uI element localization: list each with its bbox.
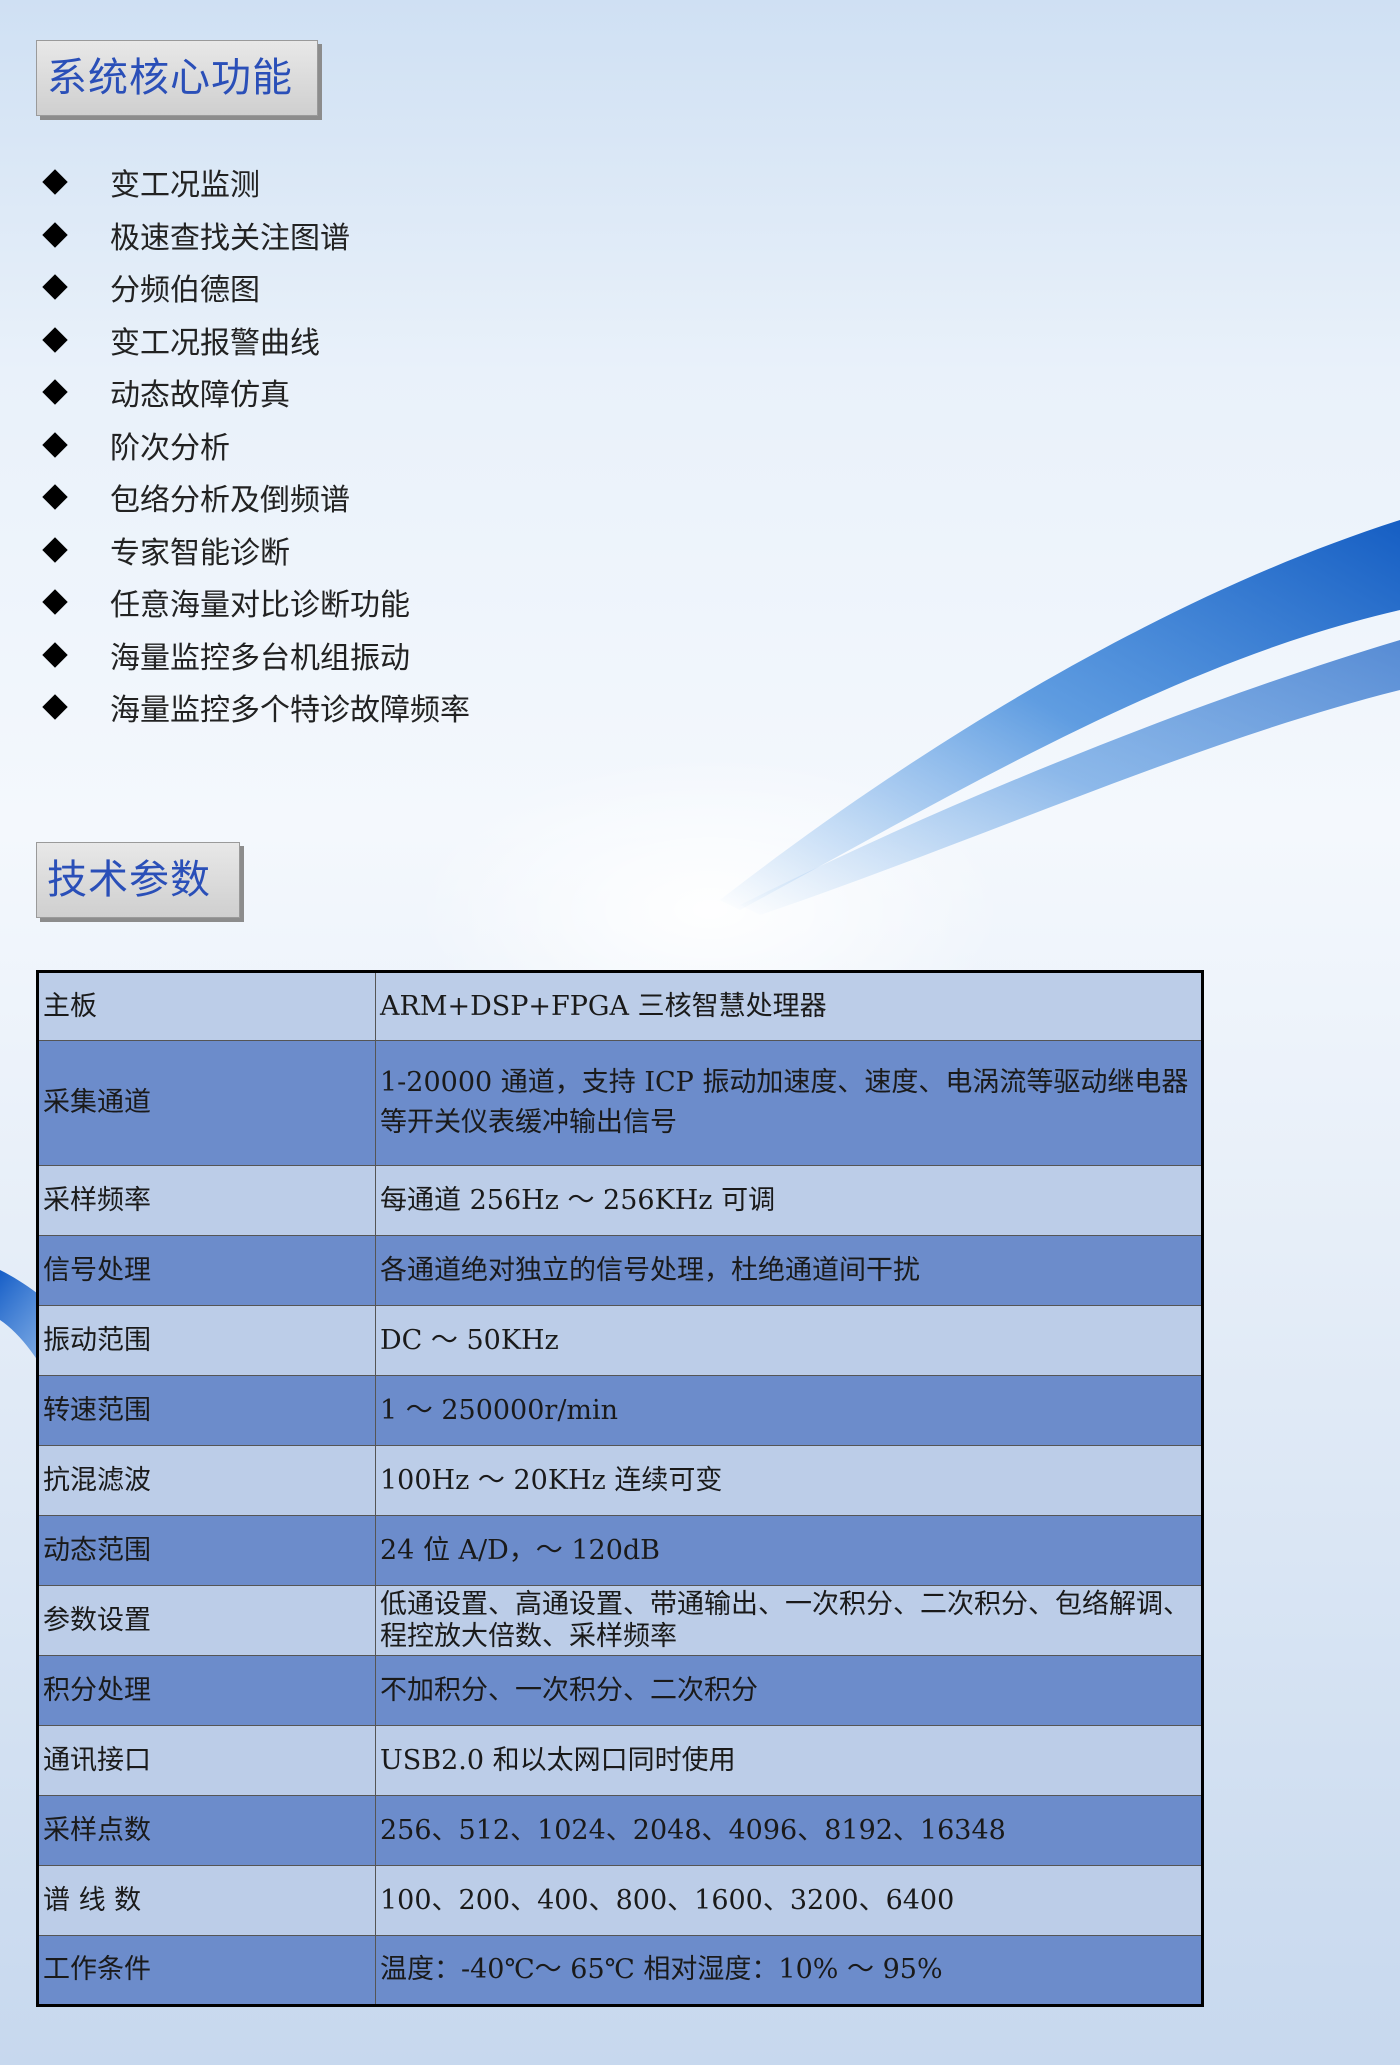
param-value: 24 位 A/D，～ 120dB — [375, 1515, 1203, 1586]
param-value: 低通设置、高通设置、带通输出、一次积分、二次积分、包络解调、程控放大倍数、采样频… — [375, 1585, 1203, 1656]
param-value: DC ～ 50KHz — [375, 1305, 1203, 1376]
list-item: 海量监控多个特诊故障频率 — [40, 681, 470, 734]
diamond-bullet-icon — [42, 274, 68, 300]
diamond-bullet-icon — [42, 694, 68, 720]
section-title-core-functions: 系统核心功能 — [36, 40, 318, 116]
list-item: 阶次分析 — [40, 419, 470, 472]
param-value: 100、200、400、800、1600、3200、6400 — [375, 1865, 1203, 1936]
list-item: 海量监控多台机组振动 — [40, 629, 470, 682]
param-label: 工作条件 — [37, 1935, 376, 2006]
param-value: 各通道绝对独立的信号处理，杜绝通道间干扰 — [375, 1235, 1203, 1306]
param-label: 采集通道 — [37, 1040, 376, 1166]
table-row: 振动范围 DC ～ 50KHz — [37, 1305, 1203, 1376]
list-item-text: 任意海量对比诊断功能 — [110, 588, 410, 624]
table-row: 采样频率 每通道 256Hz ～ 256KHz 可调 — [37, 1165, 1203, 1236]
core-functions-list: 变工况监测 极速查找关注图谱 分频伯德图 变工况报警曲线 动态故障仿真 阶次分析… — [40, 156, 470, 734]
table-row: 主板 ARM+DSP+FPGA 三核智慧处理器 — [37, 971, 1203, 1041]
table-row: 积分处理 不加积分、一次积分、二次积分 — [37, 1655, 1203, 1726]
diamond-bullet-icon — [42, 169, 68, 195]
diamond-bullet-icon — [42, 432, 68, 458]
list-item-text: 动态故障仿真 — [110, 378, 290, 414]
list-item-text: 海量监控多台机组振动 — [110, 640, 410, 676]
param-label: 采样点数 — [37, 1795, 376, 1866]
param-value: USB2.0 和以太网口同时使用 — [375, 1725, 1203, 1796]
section-title-tech-params: 技术参数 — [36, 842, 240, 918]
param-value: 温度：-40℃～ 65℃ 相对湿度：10% ～ 95% — [375, 1935, 1203, 2006]
table-row: 动态范围 24 位 A/D，～ 120dB — [37, 1515, 1203, 1586]
list-item-text: 阶次分析 — [110, 430, 230, 466]
list-item: 任意海量对比诊断功能 — [40, 576, 470, 629]
table-row: 工作条件 温度：-40℃～ 65℃ 相对湿度：10% ～ 95% — [37, 1935, 1203, 2006]
table-row: 通讯接口 USB2.0 和以太网口同时使用 — [37, 1725, 1203, 1796]
diamond-bullet-icon — [42, 327, 68, 353]
diamond-bullet-icon — [42, 589, 68, 615]
table-row: 采样点数 256、512、1024、2048、4096、8192、16348 — [37, 1795, 1203, 1866]
list-item-text: 变工况监测 — [110, 168, 260, 204]
list-item: 包络分析及倒频谱 — [40, 471, 470, 524]
param-label: 通讯接口 — [37, 1725, 376, 1796]
param-value: 256、512、1024、2048、4096、8192、16348 — [375, 1795, 1203, 1866]
param-label: 积分处理 — [37, 1655, 376, 1726]
table-row: 抗混滤波 100Hz ～ 20KHz 连续可变 — [37, 1445, 1203, 1516]
param-label: 抗混滤波 — [37, 1445, 376, 1516]
param-label: 谱 线 数 — [37, 1865, 376, 1936]
diamond-bullet-icon — [42, 222, 68, 248]
table-row: 转速范围 1 ～ 250000r/min — [37, 1375, 1203, 1446]
list-item-text: 包络分析及倒频谱 — [110, 483, 350, 519]
param-value: ARM+DSP+FPGA 三核智慧处理器 — [375, 971, 1203, 1041]
param-label: 采样频率 — [37, 1165, 376, 1236]
table-row: 参数设置 低通设置、高通设置、带通输出、一次积分、二次积分、包络解调、程控放大倍… — [37, 1585, 1203, 1656]
table-row: 谱 线 数 100、200、400、800、1600、3200、6400 — [37, 1865, 1203, 1936]
list-item: 专家智能诊断 — [40, 524, 470, 577]
diamond-bullet-icon — [42, 379, 68, 405]
param-label: 参数设置 — [37, 1585, 376, 1656]
list-item: 变工况监测 — [40, 156, 470, 209]
param-value: 1-20000 通道，支持 ICP 振动加速度、速度、电涡流等驱动继电器等开关仪… — [375, 1040, 1203, 1166]
param-label: 信号处理 — [37, 1235, 376, 1306]
list-item: 极速查找关注图谱 — [40, 209, 470, 262]
param-value: 每通道 256Hz ～ 256KHz 可调 — [375, 1165, 1203, 1236]
list-item: 动态故障仿真 — [40, 366, 470, 419]
list-item-text: 极速查找关注图谱 — [110, 220, 350, 256]
list-item: 分频伯德图 — [40, 261, 470, 314]
table-row: 采集通道 1-20000 通道，支持 ICP 振动加速度、速度、电涡流等驱动继电… — [37, 1040, 1203, 1166]
param-label: 转速范围 — [37, 1375, 376, 1446]
diamond-bullet-icon — [42, 642, 68, 668]
diamond-bullet-icon — [42, 537, 68, 563]
list-item-text: 分频伯德图 — [110, 273, 260, 309]
list-item-text: 海量监控多个特诊故障频率 — [110, 693, 470, 729]
param-value: 1 ～ 250000r/min — [375, 1375, 1203, 1446]
param-value: 100Hz ～ 20KHz 连续可变 — [375, 1445, 1203, 1516]
list-item-text: 专家智能诊断 — [110, 535, 290, 571]
param-label: 主板 — [37, 971, 376, 1041]
param-label: 振动范围 — [37, 1305, 376, 1376]
list-item-text: 变工况报警曲线 — [110, 325, 320, 361]
diamond-bullet-icon — [42, 484, 68, 510]
table-row: 信号处理 各通道绝对独立的信号处理，杜绝通道间干扰 — [37, 1235, 1203, 1306]
param-label: 动态范围 — [37, 1515, 376, 1586]
list-item: 变工况报警曲线 — [40, 314, 470, 367]
param-value: 不加积分、一次积分、二次积分 — [375, 1655, 1203, 1726]
tech-params-table: 主板 ARM+DSP+FPGA 三核智慧处理器 采集通道 1-20000 通道，… — [36, 970, 1204, 2007]
